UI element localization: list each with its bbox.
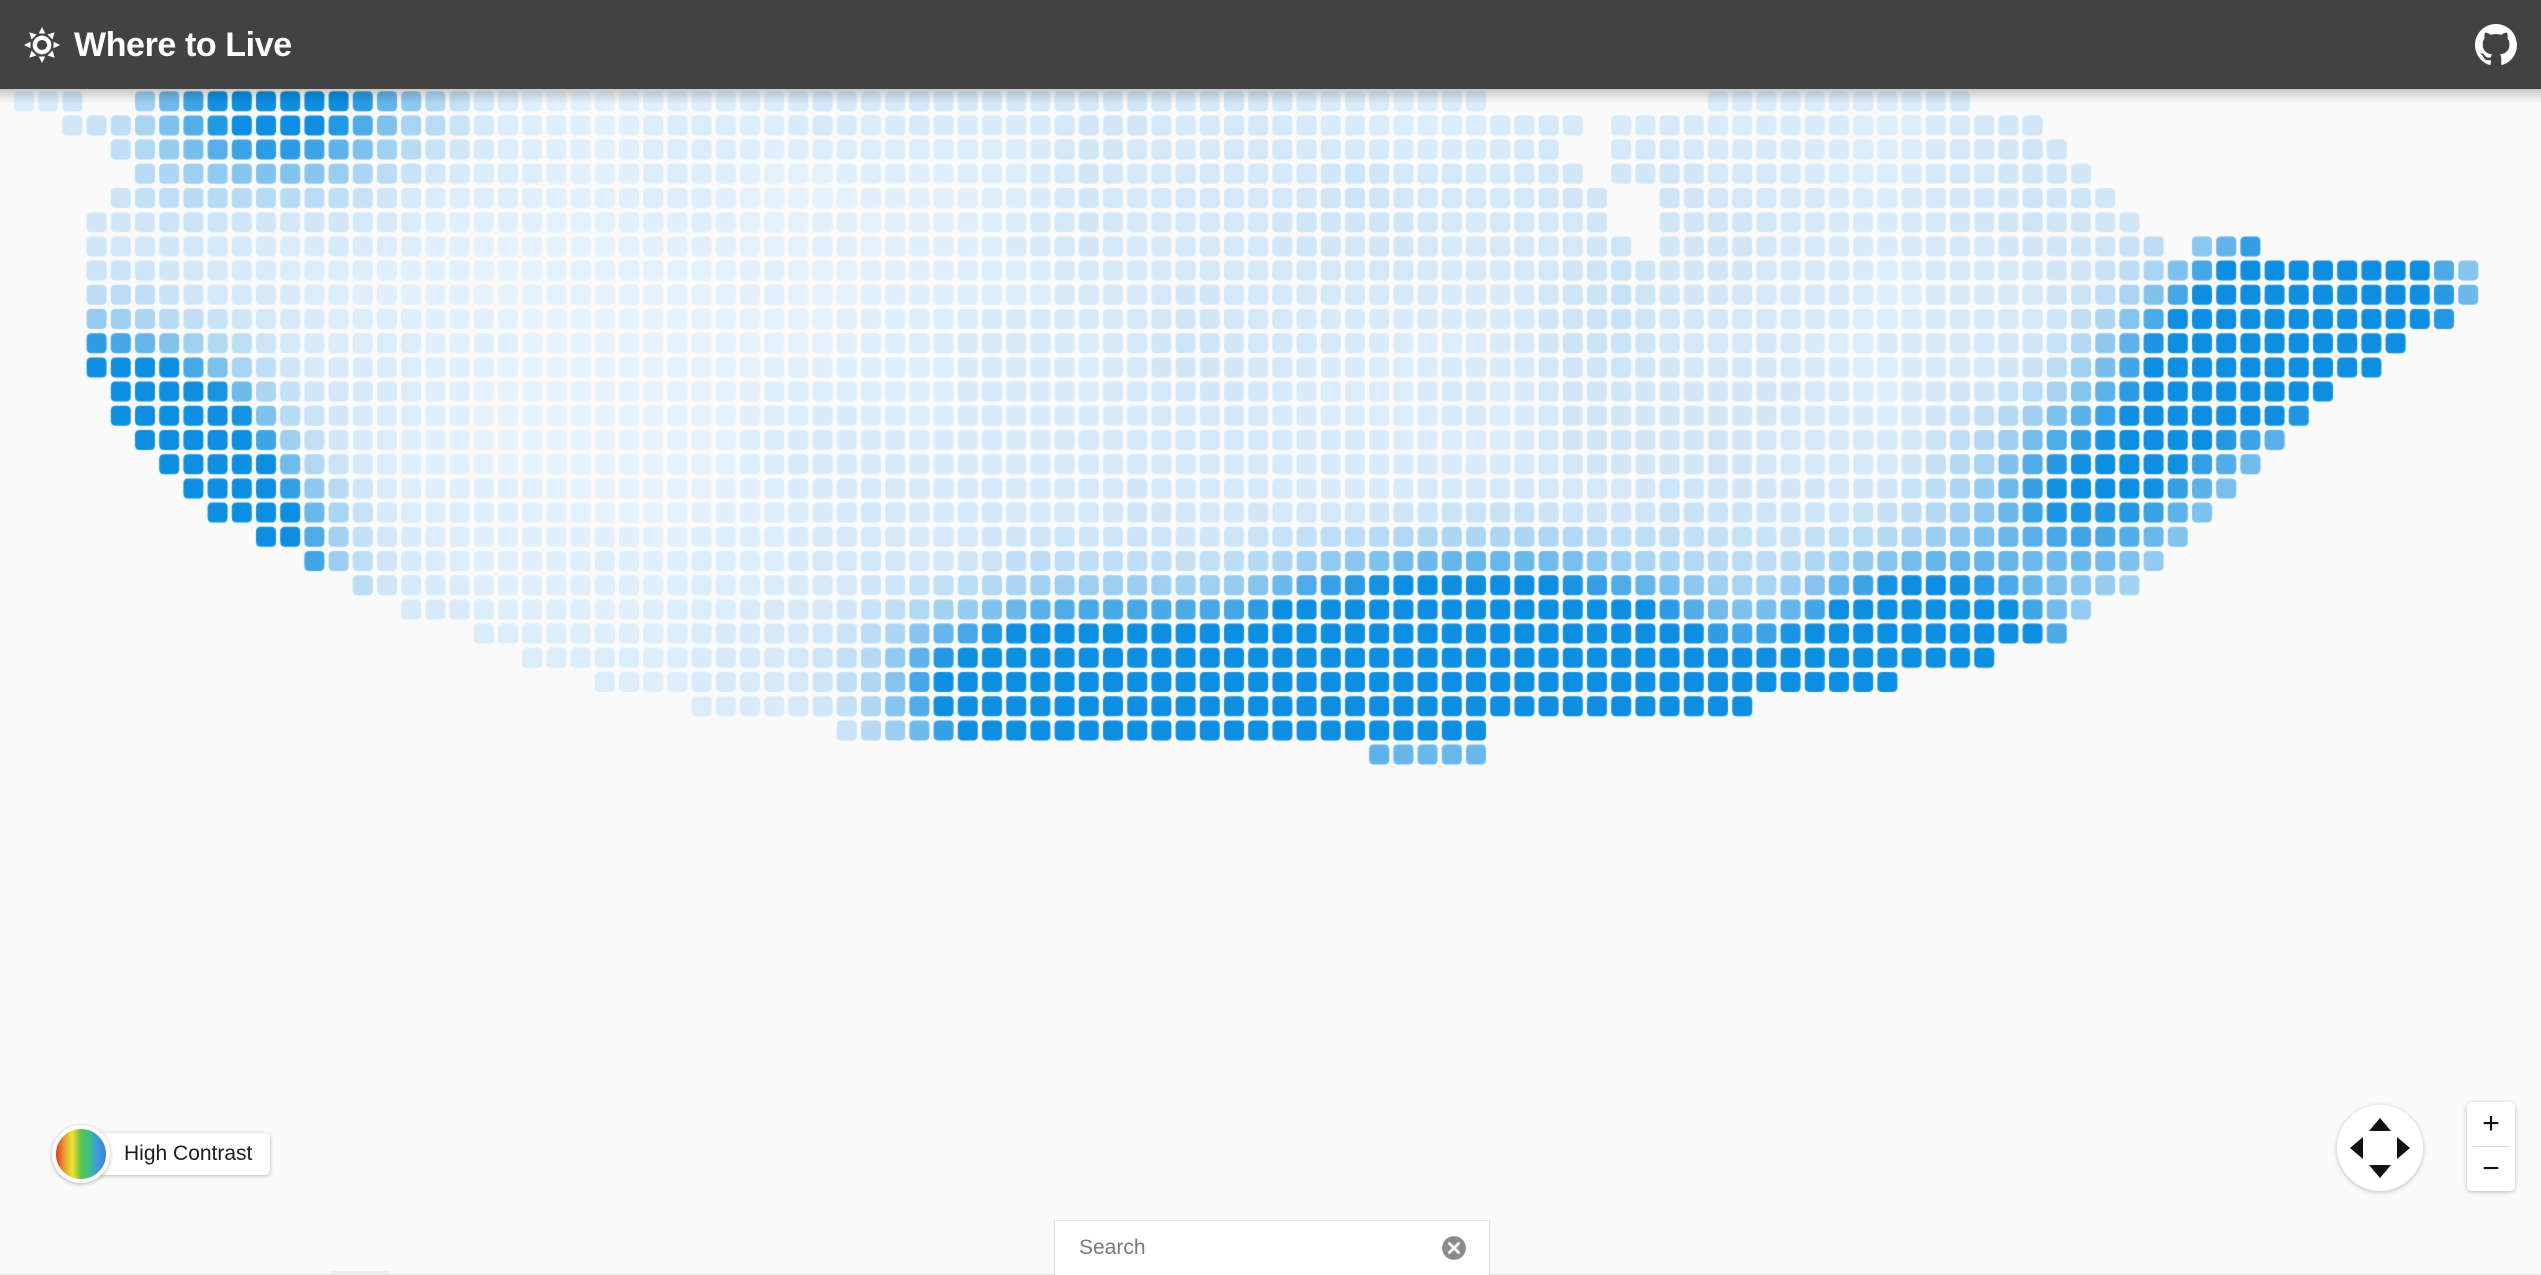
github-octocat-icon [2475,23,2517,66]
triangle-up-icon[interactable] [2369,1118,2391,1131]
page-title: Where to Live [74,25,292,64]
brand: Where to Live [24,25,292,64]
pan-control[interactable] [2337,1105,2423,1191]
triangle-down-icon[interactable] [2369,1165,2391,1178]
high-contrast-label[interactable]: High Contrast [94,1132,271,1176]
zoom-in-button[interactable]: + [2467,1102,2515,1146]
high-contrast-toggle[interactable]: High Contrast [52,1125,271,1183]
horizontal-scrollbar-thumb[interactable] [330,1271,390,1275]
app-header: Where to Live [0,0,2541,103]
zoom-control[interactable]: + − [2467,1102,2515,1191]
sun-icon [24,26,60,63]
us-dot-density-map[interactable] [0,89,2541,1275]
triangle-right-icon[interactable] [2397,1137,2410,1159]
rainbow-gradient-circle-icon[interactable] [52,1125,110,1183]
search-bar[interactable] [1054,1220,1490,1275]
zoom-out-button[interactable]: − [2467,1147,2515,1191]
triangle-left-icon[interactable] [2350,1137,2363,1159]
search-input[interactable] [1055,1221,1441,1275]
github-link[interactable] [2475,23,2517,66]
clear-circle-x-icon[interactable] [1441,1235,1489,1261]
map-stage[interactable] [0,89,2541,1275]
